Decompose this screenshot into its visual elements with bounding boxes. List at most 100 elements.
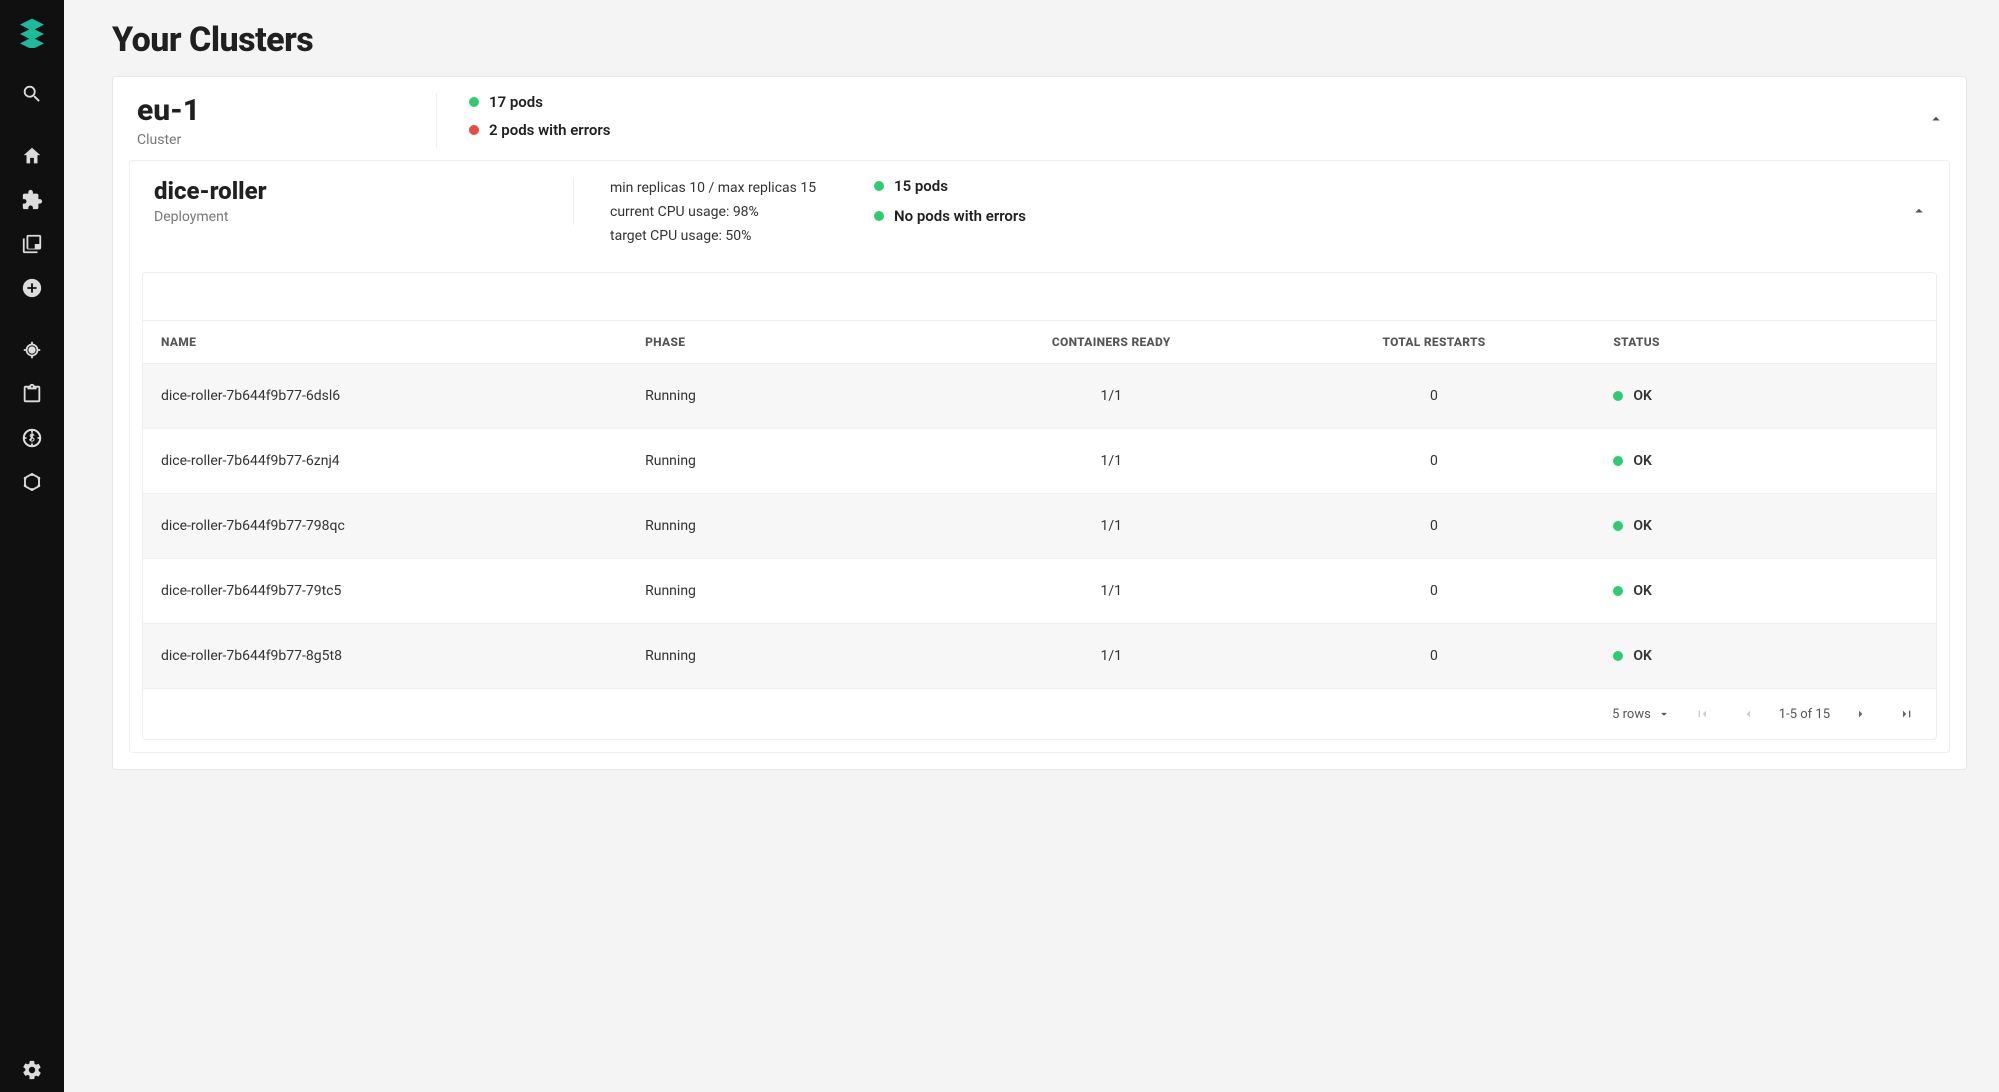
cluster-pods-ok-text: 17 pods	[489, 93, 543, 111]
target-icon[interactable]	[0, 328, 64, 372]
cell-name: dice-roller-7b644f9b77-8g5t8	[143, 624, 627, 689]
status-dot-ok-icon	[1613, 391, 1623, 401]
col-status[interactable]: STATUS	[1595, 321, 1936, 364]
table-row[interactable]: dice-roller-7b644f9b77-6znj4 Running 1/1…	[143, 429, 1936, 494]
cluster-pods-err-text: 2 pods with errors	[489, 121, 610, 139]
cell-status: OK	[1595, 364, 1936, 429]
cluster-name: eu-1	[137, 93, 412, 128]
cell-name: dice-roller-7b644f9b77-79tc5	[143, 559, 627, 624]
col-total-restarts[interactable]: TOTAL RESTARTS	[1273, 321, 1596, 364]
cluster-header: eu-1 Cluster 17 pods 2 pods with errors	[113, 77, 1966, 160]
table-row[interactable]: dice-roller-7b644f9b77-8g5t8 Running 1/1…	[143, 624, 1936, 689]
deployment-pods-ok-text: 15 pods	[894, 177, 948, 195]
status-dot-ok-icon	[469, 97, 479, 107]
table-row[interactable]: dice-roller-7b644f9b77-798qc Running 1/1…	[143, 494, 1936, 559]
deployment-name: dice-roller	[154, 177, 549, 205]
chevron-up-icon	[1910, 202, 1928, 220]
cell-containers-ready: 1/1	[950, 494, 1273, 559]
col-phase[interactable]: PHASE	[627, 321, 950, 364]
cell-status: OK	[1595, 429, 1936, 494]
status-dot-ok-icon	[874, 211, 884, 221]
status-dot-ok-icon	[1613, 651, 1623, 661]
home-icon[interactable]	[0, 134, 64, 178]
cost-icon[interactable]: $	[0, 416, 64, 460]
deployment-collapse-toggle[interactable]	[1901, 193, 1937, 229]
deployment-pods-err: No pods with errors	[874, 207, 1026, 225]
cell-phase: Running	[627, 364, 950, 429]
deployment-pods-err-text: No pods with errors	[894, 207, 1026, 225]
caret-down-icon	[1657, 707, 1671, 721]
pods-table-wrap: NAME PHASE CONTAINERS READY TOTAL RESTAR…	[142, 272, 1937, 740]
deployment-label: Deployment	[154, 209, 549, 225]
cell-total-restarts: 0	[1273, 559, 1596, 624]
table-row[interactable]: dice-roller-7b644f9b77-79tc5 Running 1/1…	[143, 559, 1936, 624]
cell-containers-ready: 1/1	[950, 624, 1273, 689]
cluster-label: Cluster	[137, 132, 412, 148]
table-toolbar	[143, 273, 1936, 321]
graphql-icon[interactable]	[0, 460, 64, 504]
status-text: OK	[1633, 583, 1652, 599]
main-content: Your Clusters eu-1 Cluster 17 pods 2 pod…	[64, 0, 1999, 1092]
docs-icon[interactable]	[0, 222, 64, 266]
cluster-collapse-toggle[interactable]	[1918, 101, 1954, 137]
col-containers-ready[interactable]: CONTAINERS READY	[950, 321, 1273, 364]
cell-status: OK	[1595, 624, 1936, 689]
search-icon[interactable]	[0, 72, 64, 116]
cell-containers-ready: 1/1	[950, 364, 1273, 429]
cell-name: dice-roller-7b644f9b77-798qc	[143, 494, 627, 559]
cell-name: dice-roller-7b644f9b77-6znj4	[143, 429, 627, 494]
cell-phase: Running	[627, 429, 950, 494]
cell-containers-ready: 1/1	[950, 559, 1273, 624]
table-row[interactable]: dice-roller-7b644f9b77-6dsl6 Running 1/1…	[143, 364, 1936, 429]
cell-name: dice-roller-7b644f9b77-6dsl6	[143, 364, 627, 429]
logo-icon	[16, 16, 48, 48]
deployment-header: dice-roller Deployment min replicas 10 /…	[130, 161, 1949, 260]
page-title: Your Clusters	[112, 20, 1967, 60]
rows-per-page-label: 5 rows	[1612, 707, 1651, 722]
status-dot-ok-icon	[1613, 521, 1623, 531]
status-text: OK	[1633, 518, 1652, 534]
deployment-target-cpu: target CPU usage: 50%	[610, 225, 838, 249]
rows-per-page-select[interactable]: 5 rows	[1612, 707, 1671, 722]
deployment-details: min replicas 10 / max replicas 15 curren…	[574, 177, 874, 248]
chevron-up-icon	[1927, 110, 1945, 128]
cell-total-restarts: 0	[1273, 494, 1596, 559]
cell-status: OK	[1595, 559, 1936, 624]
cell-status: OK	[1595, 494, 1936, 559]
settings-icon[interactable]	[0, 1048, 64, 1092]
deployment-current-cpu: current CPU usage: 98%	[610, 201, 838, 225]
status-text: OK	[1633, 453, 1652, 469]
pods-table: NAME PHASE CONTAINERS READY TOTAL RESTAR…	[143, 321, 1936, 689]
status-text: OK	[1633, 648, 1652, 664]
status-dot-err-icon	[469, 125, 479, 135]
cell-phase: Running	[627, 624, 950, 689]
cluster-pods-ok: 17 pods	[469, 93, 610, 111]
prev-page-button[interactable]	[1733, 699, 1763, 729]
deployment-replicas: min replicas 10 / max replicas 15	[610, 177, 838, 201]
status-dot-ok-icon	[1613, 456, 1623, 466]
status-text: OK	[1633, 388, 1652, 404]
col-name[interactable]: NAME	[143, 321, 627, 364]
cluster-card: eu-1 Cluster 17 pods 2 pods with errors	[112, 76, 1967, 770]
deployment-card: dice-roller Deployment min replicas 10 /…	[129, 160, 1950, 753]
svg-text:$: $	[29, 432, 35, 445]
first-page-button[interactable]	[1687, 699, 1717, 729]
cluster-pods-err: 2 pods with errors	[469, 121, 610, 139]
puzzle-icon[interactable]	[0, 178, 64, 222]
cell-phase: Running	[627, 494, 950, 559]
deployment-pods-ok: 15 pods	[874, 177, 1026, 195]
clipboard-icon[interactable]	[0, 372, 64, 416]
last-page-button[interactable]	[1892, 699, 1922, 729]
sidebar: $	[0, 0, 64, 1092]
cell-containers-ready: 1/1	[950, 429, 1273, 494]
page-range-label: 1-5 of 15	[1779, 707, 1830, 722]
status-dot-ok-icon	[1613, 586, 1623, 596]
add-icon[interactable]	[0, 266, 64, 310]
pagination: 5 rows 1-5 of 15	[143, 689, 1936, 739]
cell-phase: Running	[627, 559, 950, 624]
status-dot-ok-icon	[874, 181, 884, 191]
next-page-button[interactable]	[1846, 699, 1876, 729]
cell-total-restarts: 0	[1273, 429, 1596, 494]
cell-total-restarts: 0	[1273, 624, 1596, 689]
cell-total-restarts: 0	[1273, 364, 1596, 429]
